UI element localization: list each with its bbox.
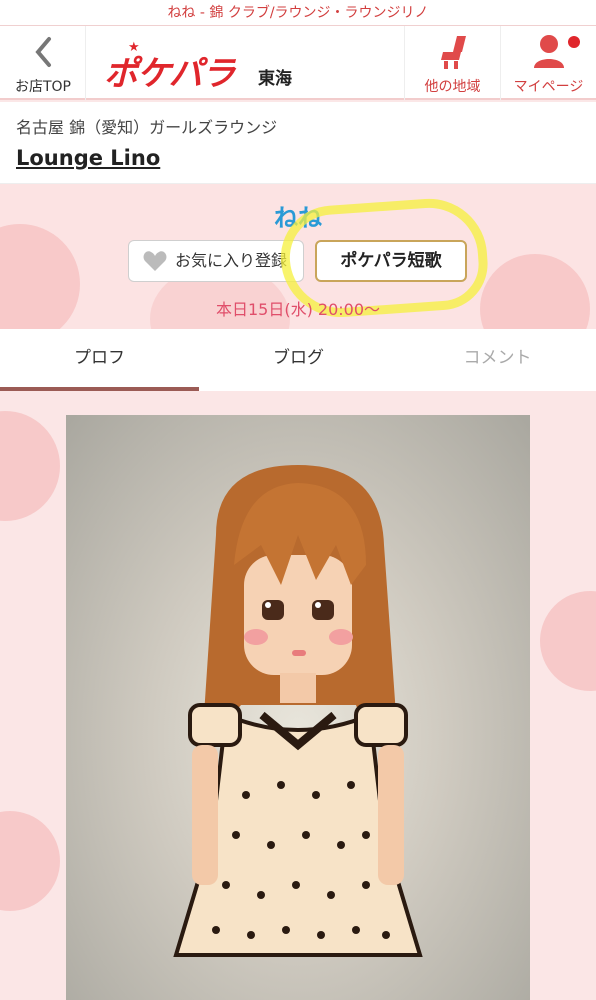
pixel-avatar-image xyxy=(173,465,423,957)
profile-content xyxy=(0,391,596,1000)
shop-info: 名古屋 錦（愛知）ガールズラウンジ Lounge Lino xyxy=(0,102,596,184)
region-label: 東海 xyxy=(258,69,292,89)
tab-profile[interactable]: プロフ xyxy=(0,329,199,391)
shop-top-label: お店TOP xyxy=(14,79,71,95)
page-title: ねね - 錦 クラブ/ラウンジ・ラウンジリノ xyxy=(0,0,596,26)
cast-header: ねね お気に入り登録 ポケパラ短歌 本日15日(水) 20:00～ xyxy=(0,184,596,329)
other-region-label: 他の地域 xyxy=(424,79,481,95)
cherry-decoration xyxy=(0,811,60,911)
tab-blog[interactable]: ブログ xyxy=(199,329,398,391)
mypage-label: マイページ xyxy=(513,79,584,95)
cherry-decoration xyxy=(540,591,596,691)
other-region-button[interactable]: 他の地域 xyxy=(404,26,500,100)
schedule-text: 本日15日(水) 20:00～ xyxy=(215,300,381,319)
favorite-button[interactable]: お気に入り登録 xyxy=(128,240,304,282)
tab-comment[interactable]: コメント xyxy=(398,329,596,391)
chevron-left-icon xyxy=(35,37,51,67)
user-icon xyxy=(534,35,564,68)
shop-category: 名古屋 錦（愛知）ガールズラウンジ xyxy=(16,118,278,137)
star-icon: ★ xyxy=(128,40,140,55)
profile-tabs: プロフ ブログ コメント xyxy=(0,329,596,391)
logo-text: ポケパラ xyxy=(104,54,236,94)
cast-photo[interactable] xyxy=(66,415,530,1000)
shop-top-button[interactable]: お店TOP xyxy=(0,26,86,100)
site-header: お店TOP ★ ポケパラ 東海 他の地域 マイページ xyxy=(0,26,596,100)
pokepara-logo[interactable]: ★ ポケパラ 東海 xyxy=(104,40,292,95)
heart-icon xyxy=(143,251,167,271)
mypage-button[interactable]: マイページ xyxy=(500,26,596,100)
seat-icon xyxy=(441,36,466,69)
notification-dot xyxy=(568,36,580,48)
cherry-decoration xyxy=(0,411,60,521)
shop-name-link[interactable]: Lounge Lino xyxy=(16,146,160,170)
favorite-label: お気に入り登録 xyxy=(175,251,288,270)
